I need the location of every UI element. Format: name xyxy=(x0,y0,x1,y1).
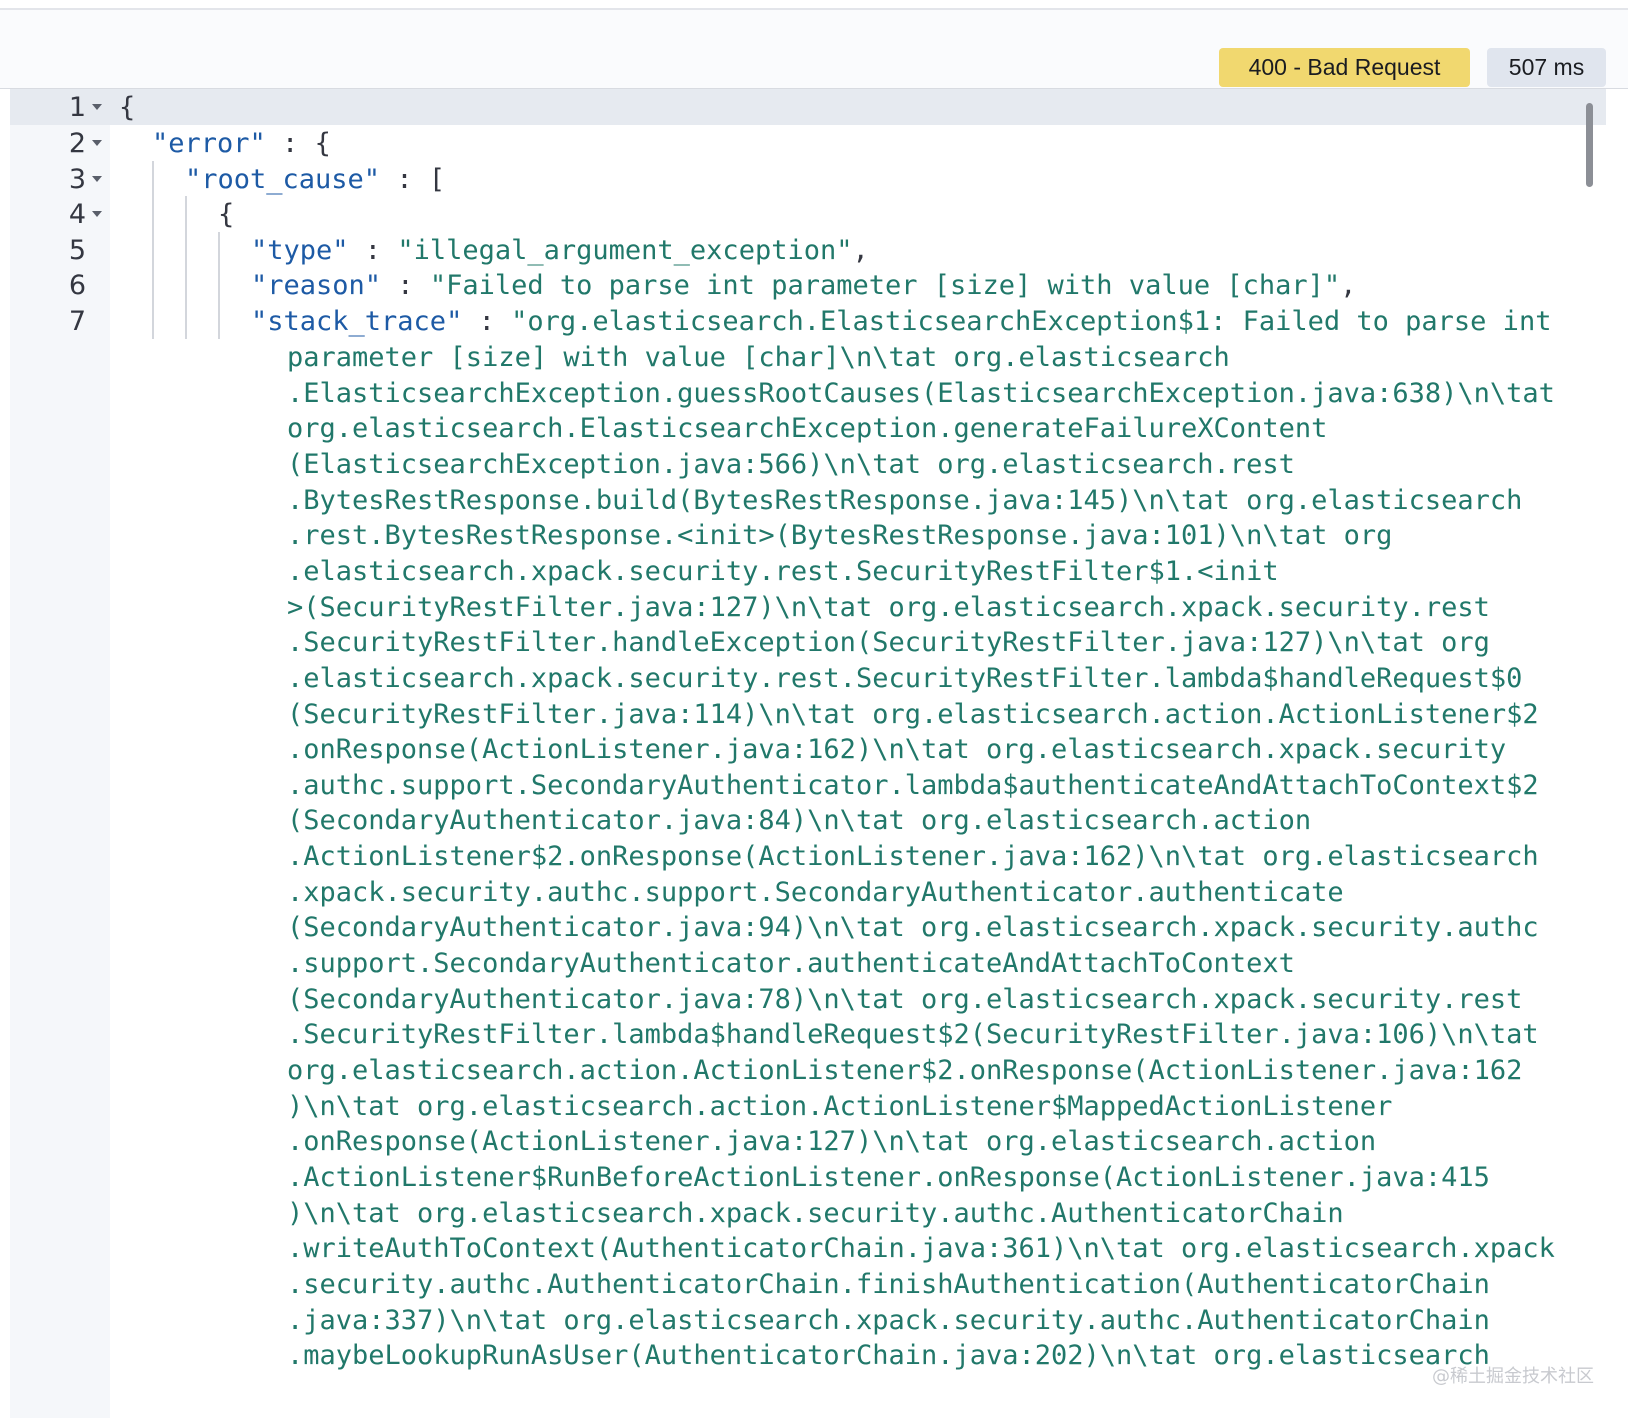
watermark: @稀土掘金技术社区 xyxy=(1432,1366,1594,1387)
status-badge: 400 - Bad Request xyxy=(1219,48,1470,87)
json-separator: : xyxy=(462,306,512,337)
json-punctuation: , xyxy=(1340,270,1357,301)
stack-trace-line: .BytesRestResponse.build(BytesRestRespon… xyxy=(287,484,1523,516)
indent-guide xyxy=(218,232,220,339)
code-line-2: "error" : { xyxy=(152,125,331,162)
stack-trace-line: .onResponse(ActionListener.java:162)\n\t… xyxy=(287,734,1507,766)
indent-guide xyxy=(152,161,154,339)
code-line-1: { xyxy=(119,92,136,123)
code-line-3: "root_cause" : [ xyxy=(185,161,445,198)
json-string-value: "org.elasticsearch.ElasticsearchExceptio… xyxy=(511,306,1552,337)
json-punctuation: , xyxy=(852,235,869,266)
json-key: "stack_trace" xyxy=(251,306,463,337)
stack-trace-line: (ElasticsearchException.java:566)\n\tat … xyxy=(287,448,1295,480)
stack-trace-line: (SecondaryAuthenticator.java:84)\n\tat o… xyxy=(287,805,1312,837)
code-line-5: "type" : "illegal_argument_exception", xyxy=(251,232,869,269)
stack-trace-line: parameter [size] with value [char]\n\tat… xyxy=(287,342,1230,373)
caret-down-icon[interactable] xyxy=(92,211,102,217)
stack-trace-line: (SecurityRestFilter.java:114)\n\tat org.… xyxy=(287,698,1539,730)
json-separator: : xyxy=(348,235,398,266)
line-number: 4 xyxy=(68,199,86,230)
stack-trace-line: org.elasticsearch.action.ActionListener$… xyxy=(287,1055,1523,1086)
line-number: 3 xyxy=(68,164,86,195)
json-punctuation: : { xyxy=(265,128,331,159)
active-line-highlight xyxy=(10,89,1606,125)
stack-trace-line: .xpack.security.authc.support.SecondaryA… xyxy=(287,876,1344,908)
stack-trace-line: .authc.support.SecondaryAuthenticator.la… xyxy=(287,769,1539,801)
stack-trace-line: )\n\tat org.elasticsearch.xpack.security… xyxy=(287,1197,1344,1229)
json-key: "error" xyxy=(152,128,266,159)
stack-trace-line: (SecondaryAuthenticator.java:94)\n\tat o… xyxy=(287,912,1539,944)
code-line-7: "stack_trace" : "org.elasticsearch.Elast… xyxy=(251,303,1551,340)
stack-trace-line: org.elasticsearch.ElasticsearchException… xyxy=(287,413,1328,445)
caret-down-icon[interactable] xyxy=(92,176,102,182)
stack-trace-line: .elasticsearch.xpack.security.rest.Secur… xyxy=(287,662,1523,694)
vertical-scrollbar[interactable] xyxy=(1586,103,1593,187)
json-key: "root_cause" xyxy=(185,164,381,195)
line-number: 6 xyxy=(68,270,86,301)
stack-trace-line: .ActionListener$2.onResponse(ActionListe… xyxy=(287,841,1539,873)
stack-trace-line: .ElasticsearchException.guessRootCauses(… xyxy=(287,377,1555,409)
stack-trace-line: .elasticsearch.xpack.security.rest.Secur… xyxy=(287,555,1279,587)
json-separator: : xyxy=(381,270,430,301)
caret-down-icon[interactable] xyxy=(92,104,102,110)
response-header: 400 - Bad Request 507 ms xyxy=(0,10,1628,89)
stack-trace-line: (SecondaryAuthenticator.java:78)\n\tat o… xyxy=(287,983,1523,1015)
caret-down-icon[interactable] xyxy=(92,140,102,146)
json-string-value: "illegal_argument_exception" xyxy=(397,235,853,266)
stack-trace-line: .ActionListener$RunBeforeActionListener.… xyxy=(287,1161,1490,1193)
line-number: 5 xyxy=(68,235,86,266)
stack-trace-line: .security.authc.AuthenticatorChain.finis… xyxy=(287,1268,1490,1300)
stack-trace-line: .onResponse(ActionListener.java:127)\n\t… xyxy=(287,1126,1377,1158)
stack-trace-line: .SecurityRestFilter.lambda$handleRequest… xyxy=(287,1019,1539,1051)
stack-trace-line: .rest.BytesRestResponse.<init>(BytesRest… xyxy=(287,520,1393,552)
line-number: 2 xyxy=(68,128,86,159)
indent-guide xyxy=(185,196,187,339)
code-line-4: { xyxy=(218,199,235,230)
line-number: 1 xyxy=(68,92,86,123)
response-time-badge: 507 ms xyxy=(1487,48,1606,87)
stack-trace-line: .support.SecondaryAuthenticator.authenti… xyxy=(287,948,1295,980)
json-key: "reason" xyxy=(251,270,382,301)
stack-trace-line: .java:337)\n\tat org.elasticsearch.xpack… xyxy=(287,1304,1490,1336)
json-punctuation: : [ xyxy=(380,164,446,195)
stack-trace-line: .maybeLookupRunAsUser(AuthenticatorChain… xyxy=(287,1340,1490,1372)
json-key: "type" xyxy=(251,235,349,266)
line-number: 7 xyxy=(68,306,86,337)
stack-trace-line: .SecurityRestFilter.handleException(Secu… xyxy=(287,627,1490,659)
response-editor[interactable]: 1 2 3 4 5 6 7 { "error" : { "root_cause"… xyxy=(0,89,1628,1418)
stack-trace-line: )\n\tat org.elasticsearch.action.ActionL… xyxy=(287,1090,1393,1122)
code-line-6: "reason" : "Failed to parse int paramete… xyxy=(251,267,1356,304)
stack-trace-line: >(SecurityRestFilter.java:127)\n\tat org… xyxy=(287,591,1490,623)
stack-trace-line: .writeAuthToContext(AuthenticatorChain.j… xyxy=(287,1233,1555,1265)
json-string-value: "Failed to parse int parameter [size] wi… xyxy=(429,270,1341,301)
